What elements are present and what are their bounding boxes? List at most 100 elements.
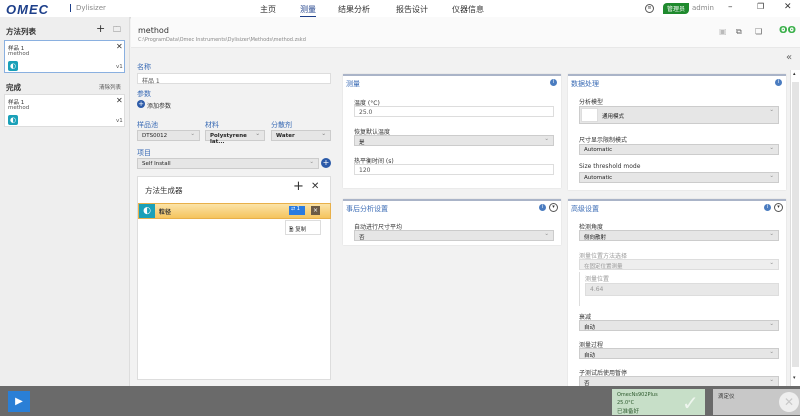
position-method-select[interactable]: 在固定位置测量	[579, 259, 779, 270]
minimize-icon[interactable]: –	[728, 2, 733, 12]
equilibration-input[interactable]: 120	[354, 164, 554, 175]
name-input[interactable]: 样品 1	[137, 73, 331, 84]
project-label: 项目	[137, 148, 151, 158]
check-icon: ✓	[682, 391, 699, 415]
repeat-button[interactable]: ⇄ 1	[289, 206, 305, 215]
close-icon[interactable]: ✕	[784, 2, 792, 12]
method-title: method	[138, 26, 169, 35]
project-select[interactable]: Self Install	[137, 158, 319, 169]
copy-button[interactable]: 🗎 复制	[285, 220, 321, 235]
delete-step-icon[interactable]: ×	[311, 206, 320, 215]
add-param-button[interactable]: 添加参数	[147, 101, 171, 110]
save-icon[interactable]: ▣	[719, 27, 727, 36]
info-icon[interactable]: i	[539, 204, 546, 211]
params-label: 参数	[137, 89, 151, 99]
copy-icon: 🗎	[289, 227, 293, 233]
add-project-icon[interactable]: +	[321, 158, 331, 168]
size-mode-select[interactable]: Automatic	[579, 144, 779, 155]
methods-title: 方法列表	[6, 26, 36, 37]
scroll-up-icon[interactable]: ▴	[793, 71, 796, 77]
scroll-thumb[interactable]	[792, 82, 799, 367]
info-icon[interactable]: i	[550, 79, 557, 86]
item-sub: method	[8, 51, 29, 57]
done-list-item[interactable]: 样品 1 method ◐ v1 ✕	[4, 94, 125, 127]
size-icon: ◐	[139, 204, 155, 218]
restore-icon[interactable]: ❐	[757, 2, 764, 11]
method-list-item[interactable]: 样品 1 method ◐ v1 ✕	[4, 40, 125, 73]
material-label: 材料	[205, 120, 219, 130]
expand-icon[interactable]: ▾	[774, 203, 783, 212]
process-select[interactable]: 自动	[579, 348, 779, 359]
step-row[interactable]: ◐ 粒径 ⇄ 1 ×	[138, 203, 331, 219]
info-icon[interactable]: i	[764, 204, 771, 211]
collapse-icon[interactable]: «	[786, 52, 792, 63]
position-input[interactable]: 4.64	[585, 283, 779, 296]
footprint-icon[interactable]: ʘʘ	[779, 25, 796, 36]
remove-icon[interactable]: ✕	[116, 96, 123, 105]
cell-select[interactable]: DTS0012	[137, 130, 200, 141]
status-bar: ▶ OmecNs902Plus 25.0°C 已准备好 ✓ 滴定仪 ✕	[0, 386, 800, 416]
restore-select[interactable]: 是	[354, 135, 554, 146]
nav-instrument[interactable]: 仪器信息	[452, 4, 484, 15]
done-title: 完成	[6, 82, 21, 93]
add-param-icon[interactable]: +	[137, 100, 145, 108]
info-icon[interactable]: i	[775, 79, 782, 86]
titrator-label: 滴定仪	[718, 392, 735, 400]
generator-title: 方法生成器	[145, 185, 183, 196]
expand-icon[interactable]: ▾	[549, 203, 558, 212]
scroll-down-icon[interactable]: ▾	[793, 375, 796, 381]
play-button[interactable]: ▶	[8, 391, 30, 412]
model-label: 分析模型	[579, 97, 603, 106]
instrument-status[interactable]: OmecNs902Plus 25.0°C 已准备好 ✓	[612, 389, 705, 415]
copy-icon[interactable]: ❏	[755, 27, 762, 36]
remove-icon[interactable]: ✕	[116, 42, 123, 51]
dispersant-select[interactable]: Water	[271, 130, 331, 141]
name-label: 名称	[137, 62, 151, 72]
nav-report[interactable]: 报告设计	[396, 4, 428, 15]
folder-icon[interactable]: 🗀	[113, 24, 121, 38]
divider	[579, 272, 580, 306]
attenuation-select[interactable]: 自动	[579, 320, 779, 331]
sidebar: 方法列表 + 🗀 样品 1 method ◐ v1 ✕ 完成 清除列表 样品 1…	[0, 17, 130, 386]
titrator-status[interactable]: 滴定仪 ✕	[713, 389, 800, 415]
distribution-icon	[581, 108, 598, 122]
role-badge: 管理员	[663, 3, 689, 14]
threshold-select[interactable]: Automatic	[579, 172, 779, 183]
material-select[interactable]: Polystyrene lat...	[205, 130, 265, 141]
advanced-panel: 高级设置 i ▾ 检测角度 侧向散射 测量位置方法选择 在固定位置测量 测量位置…	[568, 199, 786, 389]
add-icon[interactable]: +	[96, 22, 105, 35]
dispersant-label: 分散剂	[271, 120, 292, 130]
data-processing-panel: 数据处理 i 分析模型 通用模式 尺寸显示限制模式 Automatic Size…	[568, 74, 786, 190]
save-as-icon[interactable]: ⧉	[736, 27, 742, 37]
omec-logo: OMEC	[6, 2, 49, 17]
method-generator: 方法生成器 + ✕ ◐ 粒径 ⇄ 1 × 🗎 复制	[137, 176, 331, 380]
panel-title: 测量	[346, 79, 360, 89]
method-header: method C:\ProgramData\Omec Instruments\D…	[131, 17, 800, 48]
repeat-count: 1	[297, 206, 300, 212]
model-select[interactable]: 通用模式	[579, 106, 779, 124]
menu-icon[interactable]: ≡	[645, 4, 654, 13]
nav-results[interactable]: 结果分析	[338, 4, 370, 15]
top-bar: OMEC Dylisizer 主页 测量 结果分析 报告设计 仪器信息 ≡ 管理…	[0, 0, 800, 17]
panel-title: 事后分析设置	[346, 204, 388, 214]
disconnected-icon: ✕	[779, 392, 799, 412]
clear-list-button[interactable]: 清除列表	[99, 83, 121, 91]
item-sub: method	[8, 105, 29, 111]
position-label: 测量位置	[585, 274, 609, 283]
app-name: Dylisizer	[70, 4, 106, 12]
add-step-icon[interactable]: +	[293, 179, 304, 194]
panel-title: 高级设置	[571, 204, 599, 214]
user-name[interactable]: admin	[692, 4, 714, 12]
nav-home[interactable]: 主页	[260, 4, 276, 15]
avg-select[interactable]: 否	[354, 230, 554, 241]
cell-label: 样品池	[137, 120, 158, 130]
scrollbar[interactable]: ▴ ▾	[790, 70, 800, 386]
angle-select[interactable]: 侧向散射	[579, 230, 779, 241]
item-version: v1	[116, 118, 123, 124]
temp-input[interactable]: 25.0	[354, 106, 554, 117]
close-generator-icon[interactable]: ✕	[311, 181, 319, 192]
post-analysis-panel: 事后分析设置 i ▾ 自动进行尺寸平均 否	[343, 199, 561, 245]
instrument-name: OmecNs902Plus	[617, 392, 658, 398]
nav-measure[interactable]: 测量	[300, 4, 316, 18]
step-label: 粒径	[159, 207, 171, 216]
